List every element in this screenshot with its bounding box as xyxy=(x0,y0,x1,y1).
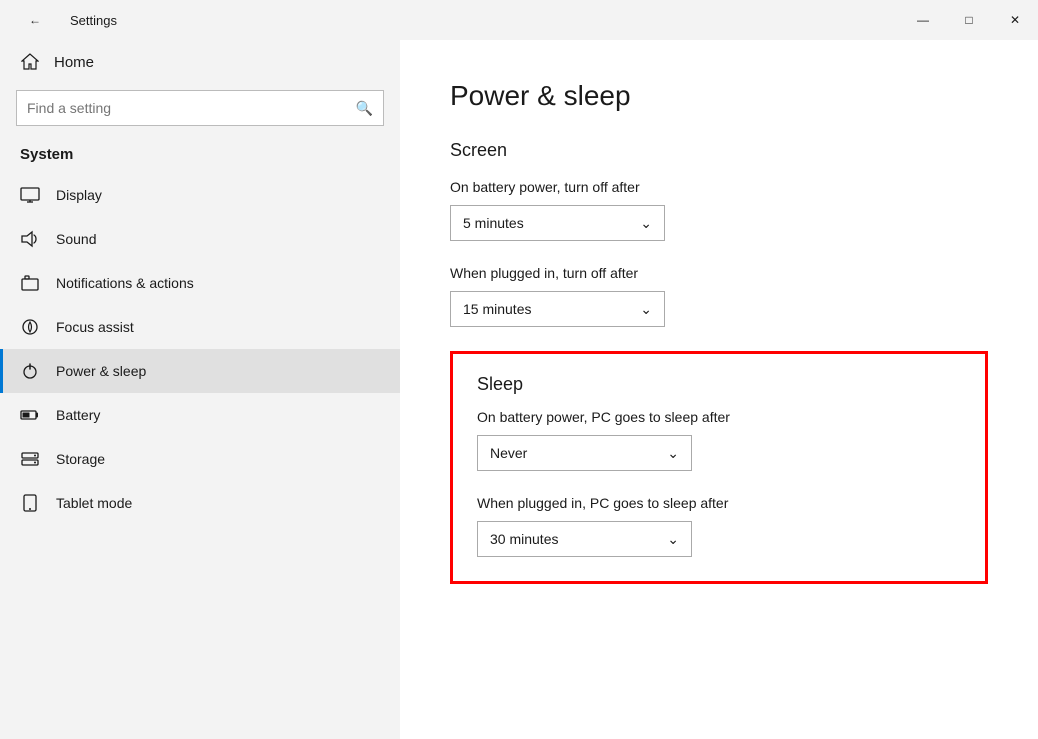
content-area: Power & sleep Screen On battery power, t… xyxy=(400,40,1038,739)
power-icon xyxy=(20,361,40,381)
search-input[interactable] xyxy=(27,100,348,116)
battery-screen-setting: On battery power, turn off after 5 minut… xyxy=(450,179,988,241)
sidebar-item-label: Focus assist xyxy=(56,319,134,335)
home-label: Home xyxy=(54,54,94,71)
sidebar: Home 🔍 System Display xyxy=(0,40,400,739)
maximize-button[interactable]: □ xyxy=(946,0,992,40)
battery-sleep-label: On battery power, PC goes to sleep after xyxy=(477,409,961,425)
battery-screen-label: On battery power, turn off after xyxy=(450,179,988,195)
notifications-icon xyxy=(20,273,40,293)
plugged-screen-setting: When plugged in, turn off after 15 minut… xyxy=(450,265,988,327)
battery-icon xyxy=(20,405,40,425)
sidebar-item-tablet[interactable]: Tablet mode xyxy=(0,481,400,525)
sidebar-item-label: Notifications & actions xyxy=(56,275,194,291)
screen-section-title: Screen xyxy=(450,140,988,161)
chevron-down-icon: ⌄ xyxy=(640,215,652,232)
titlebar: ← Settings — □ ✕ xyxy=(0,0,1038,40)
battery-screen-value: 5 minutes xyxy=(463,215,524,231)
sidebar-section-title: System xyxy=(0,138,400,173)
sidebar-item-home[interactable]: Home xyxy=(0,40,400,84)
battery-screen-dropdown[interactable]: 5 minutes ⌄ xyxy=(450,205,665,241)
plugged-screen-dropdown[interactable]: 15 minutes ⌄ xyxy=(450,291,665,327)
sidebar-item-storage[interactable]: Storage xyxy=(0,437,400,481)
sidebar-item-battery[interactable]: Battery xyxy=(0,393,400,437)
sleep-section-title: Sleep xyxy=(477,374,961,395)
sidebar-item-label: Tablet mode xyxy=(56,495,132,511)
chevron-down-icon: ⌄ xyxy=(640,301,652,318)
plugged-sleep-label: When plugged in, PC goes to sleep after xyxy=(477,495,961,511)
tablet-icon xyxy=(20,493,40,513)
sidebar-item-label: Sound xyxy=(56,231,96,247)
battery-sleep-setting: On battery power, PC goes to sleep after… xyxy=(477,409,961,471)
display-icon xyxy=(20,185,40,205)
sleep-section-box: Sleep On battery power, PC goes to sleep… xyxy=(450,351,988,584)
sidebar-item-display[interactable]: Display xyxy=(0,173,400,217)
home-icon xyxy=(20,52,40,72)
focus-icon xyxy=(20,317,40,337)
sidebar-item-notifications[interactable]: Notifications & actions xyxy=(0,261,400,305)
search-icon: 🔍 xyxy=(356,100,373,117)
plugged-screen-value: 15 minutes xyxy=(463,301,531,317)
sidebar-item-focus[interactable]: Focus assist xyxy=(0,305,400,349)
sidebar-item-label: Power & sleep xyxy=(56,363,146,379)
titlebar-left: ← Settings xyxy=(12,0,117,40)
window-controls: — □ ✕ xyxy=(900,0,1038,40)
sidebar-item-label: Battery xyxy=(56,407,100,423)
chevron-down-icon: ⌄ xyxy=(667,531,679,548)
battery-sleep-value: Never xyxy=(490,445,527,461)
plugged-sleep-dropdown[interactable]: 30 minutes ⌄ xyxy=(477,521,692,557)
main-layout: Home 🔍 System Display xyxy=(0,40,1038,739)
app-title: Settings xyxy=(70,13,117,28)
sidebar-item-label: Display xyxy=(56,187,102,203)
storage-icon xyxy=(20,449,40,469)
plugged-sleep-value: 30 minutes xyxy=(490,531,558,547)
sidebar-item-power[interactable]: Power & sleep xyxy=(0,349,400,393)
page-title: Power & sleep xyxy=(450,80,988,112)
sidebar-item-label: Storage xyxy=(56,451,105,467)
plugged-sleep-setting: When plugged in, PC goes to sleep after … xyxy=(477,495,961,557)
chevron-down-icon: ⌄ xyxy=(667,445,679,462)
sidebar-item-sound[interactable]: Sound xyxy=(0,217,400,261)
search-box[interactable]: 🔍 xyxy=(16,90,384,126)
close-button[interactable]: ✕ xyxy=(992,0,1038,40)
minimize-button[interactable]: — xyxy=(900,0,946,40)
back-button[interactable]: ← xyxy=(12,0,58,40)
battery-sleep-dropdown[interactable]: Never ⌄ xyxy=(477,435,692,471)
sound-icon xyxy=(20,229,40,249)
plugged-screen-label: When plugged in, turn off after xyxy=(450,265,988,281)
